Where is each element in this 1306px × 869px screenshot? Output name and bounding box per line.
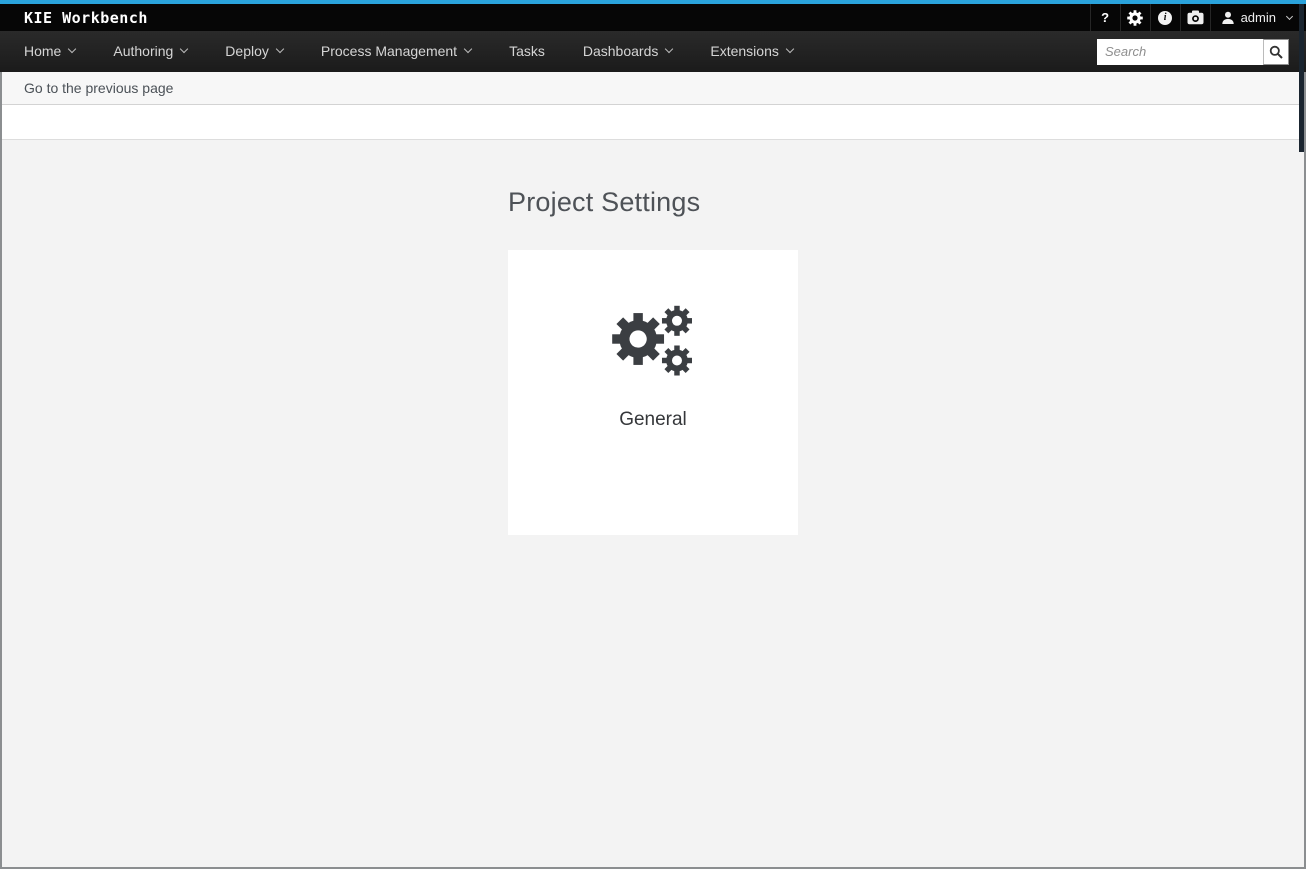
nav-label: Deploy (225, 42, 269, 59)
nav-label: Process Management (320, 42, 458, 59)
nav-item-process-management[interactable]: Process Management (320, 42, 473, 61)
page-title: Project Settings (508, 187, 701, 217)
gear-icon (1127, 9, 1143, 26)
help-icon: ? (1101, 10, 1110, 25)
nav-label: Authoring (113, 42, 174, 59)
card-general[interactable]: General (508, 250, 798, 535)
settings-button[interactable] (1119, 4, 1150, 31)
chevron-down-icon (463, 44, 473, 54)
app-window: KIE Workbench ? i admin Home Authoring D… (0, 0, 1306, 869)
masthead-utility: ? i admin (1089, 4, 1306, 31)
nav-item-authoring[interactable]: Authoring (113, 42, 189, 61)
nav-item-extensions[interactable]: Extensions (710, 42, 795, 61)
nav-label: Tasks (509, 42, 545, 59)
info-button[interactable]: i (1149, 4, 1180, 31)
nav-list: Home Authoring Deploy Process Management… (0, 43, 831, 61)
nav-item-deploy[interactable]: Deploy (225, 42, 285, 61)
camera-icon (1187, 10, 1204, 25)
brand-logo: KIE Workbench (24, 8, 148, 27)
search-icon (1269, 45, 1283, 59)
chevron-down-icon (1285, 12, 1294, 20)
camera-button[interactable] (1179, 4, 1210, 31)
user-icon (1221, 11, 1234, 24)
chevron-down-icon (275, 44, 285, 54)
top-accent-bar (0, 0, 1306, 4)
card-label: General (619, 409, 687, 430)
nav-label: Dashboards (582, 42, 659, 59)
chevron-down-icon (665, 44, 674, 54)
search-button[interactable] (1263, 38, 1289, 65)
content-area: Project Settings General (2, 140, 1304, 867)
chevron-down-icon (785, 44, 795, 54)
toolbar-row (2, 105, 1304, 140)
breadcrumb: Go to the previous page (2, 72, 1304, 105)
help-button[interactable]: ? (1089, 4, 1120, 31)
chevron-down-icon (68, 44, 77, 54)
search-input[interactable] (1097, 38, 1263, 65)
nav-item-dashboards[interactable]: Dashboards (582, 42, 674, 61)
masthead: KIE Workbench ? i admin (0, 4, 1306, 31)
nav-label: Extensions (710, 42, 779, 59)
search-box (1097, 38, 1289, 65)
user-menu[interactable]: admin (1209, 4, 1306, 31)
gears-icon (612, 305, 692, 376)
main-navbar: Home Authoring Deploy Process Management… (0, 31, 1306, 72)
breadcrumb-back-link[interactable]: Go to the previous page (24, 80, 173, 96)
nav-label: Home (24, 42, 62, 59)
nav-item-tasks[interactable]: Tasks (509, 43, 545, 61)
settings-column: Project Settings General (508, 187, 798, 535)
scrollbar-thumb[interactable] (1299, 4, 1304, 152)
user-name: admin (1240, 10, 1276, 25)
info-icon: i (1158, 10, 1173, 25)
chevron-down-icon (180, 44, 189, 54)
nav-item-home[interactable]: Home (24, 42, 77, 61)
